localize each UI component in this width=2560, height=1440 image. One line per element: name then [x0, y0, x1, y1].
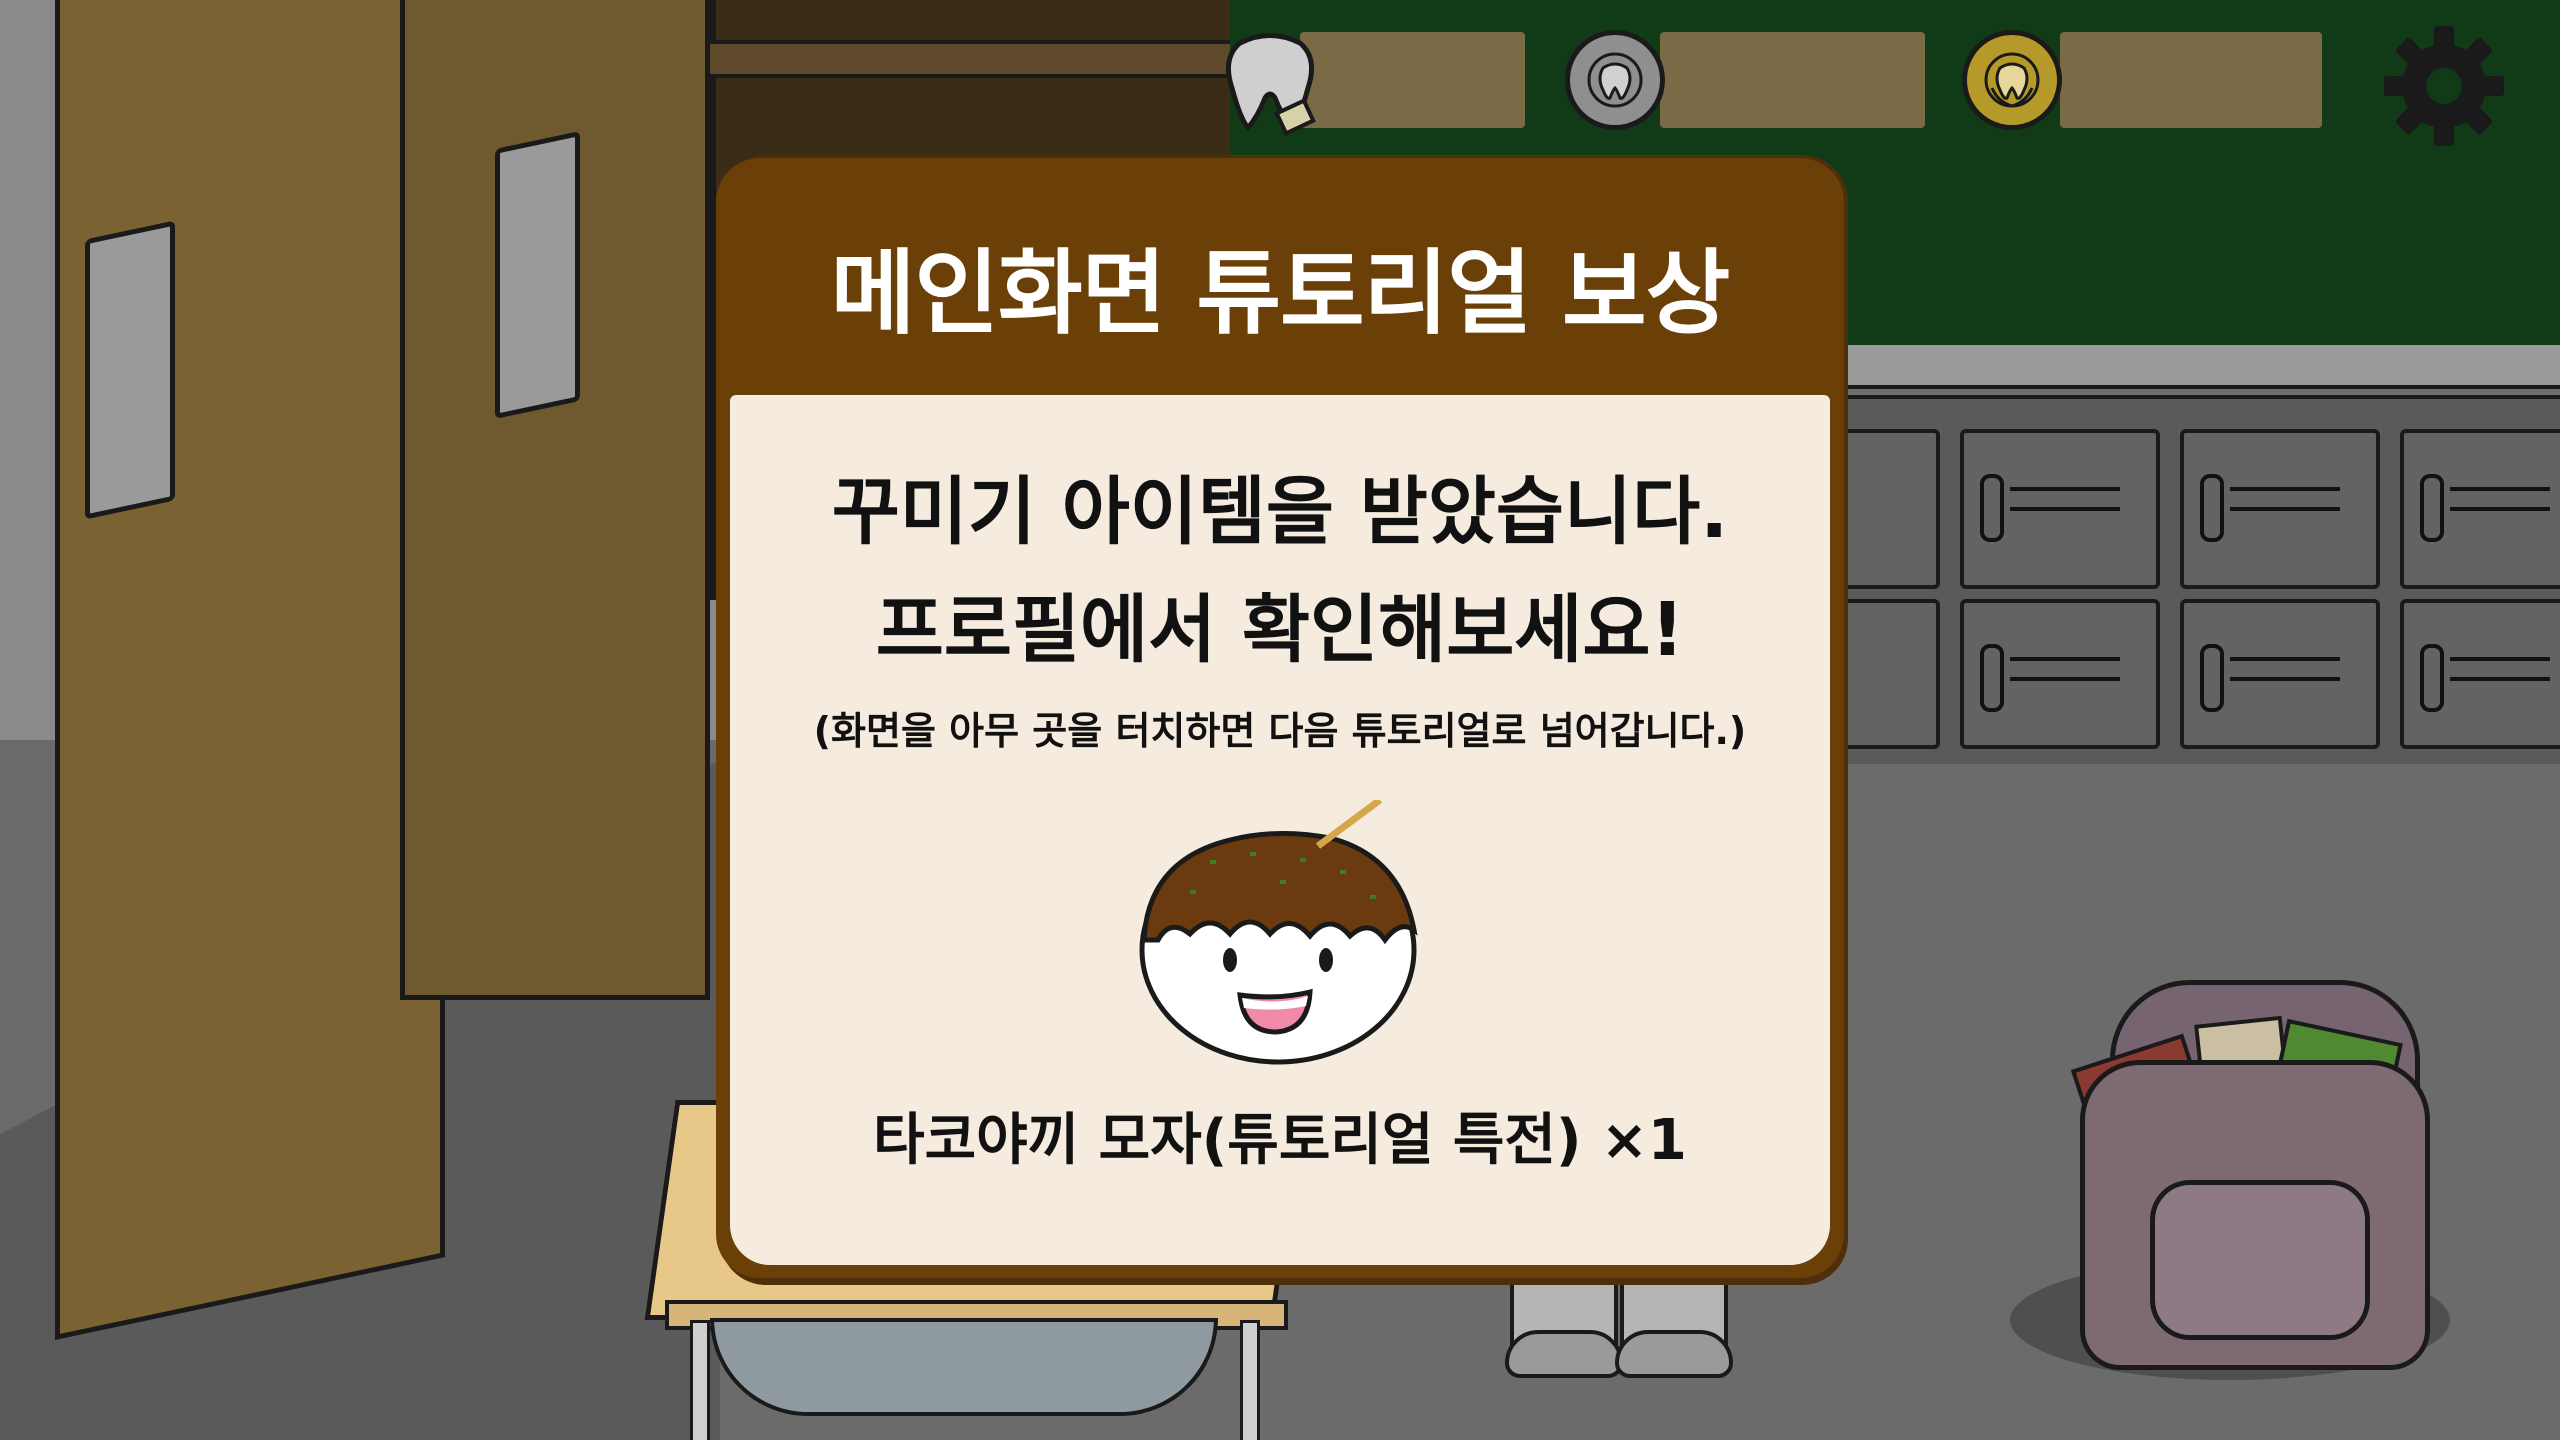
tooth-icon[interactable]	[1220, 28, 1320, 138]
locker-handle	[2420, 644, 2444, 712]
locker-vent	[2010, 657, 2120, 661]
locker-wall	[1760, 395, 2560, 764]
locker-handle	[1980, 474, 2004, 542]
desk-leg	[690, 1320, 710, 1440]
locker-vent	[2230, 657, 2340, 661]
backpack-pocket	[2150, 1180, 2370, 1340]
locker-handle	[2200, 644, 2224, 712]
locker-vent	[2230, 487, 2340, 491]
shelf-board	[710, 40, 1230, 78]
reward-message-line2: 프로필에서 확인해보세요!	[875, 587, 1685, 673]
gold-coin-bar	[2060, 32, 2322, 128]
locker-vent	[2230, 507, 2340, 511]
desk-leg	[1240, 1320, 1260, 1440]
locker-handle	[2420, 474, 2444, 542]
hallway-door-left	[55, 0, 445, 1341]
locker-vent	[2450, 507, 2550, 511]
locker-vent	[2450, 487, 2550, 491]
reward-message-line1: 꾸미기 아이템을 받았습니다.	[831, 469, 1729, 555]
silver-tooth-coin-icon[interactable]	[1565, 30, 1665, 130]
tooth-currency-bar	[1300, 32, 1525, 128]
locker-vent	[2010, 487, 2120, 491]
desk-tray	[710, 1318, 1218, 1416]
locker-handle	[1980, 644, 2004, 712]
reward-item-name: 타코야끼 모자(튜토리얼 특전) ×1	[873, 1108, 1687, 1173]
tap-to-continue-hint: (화면을 아무 곳을 터치하면 다음 튜토리얼로 넘어갑니다.)	[813, 709, 1747, 753]
locker-vent	[2450, 657, 2550, 661]
silver-coin-bar	[1660, 32, 1925, 128]
locker-vent	[2010, 507, 2120, 511]
locker-vent	[2230, 677, 2340, 681]
character-shoe	[1615, 1330, 1733, 1378]
door-window	[495, 130, 580, 420]
locker-vent	[2010, 677, 2120, 681]
takoyaki-hat-icon	[1130, 797, 1430, 1070]
door-window	[85, 220, 175, 520]
gold-tooth-coin-icon[interactable]	[1962, 30, 2062, 130]
settings-gear-icon[interactable]	[2380, 22, 2508, 150]
locker-handle	[2200, 474, 2224, 542]
character-shoe	[1505, 1330, 1623, 1378]
locker-vent	[2450, 677, 2550, 681]
modal-title: 메인화면 튜토리얼 보상	[830, 239, 1730, 347]
